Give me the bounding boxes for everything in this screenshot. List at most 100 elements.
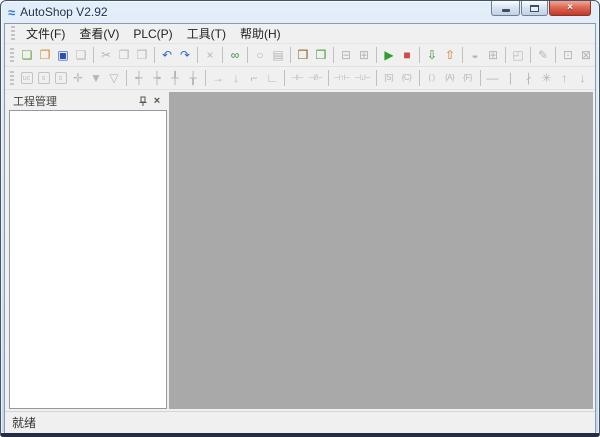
toolbar-separator	[376, 47, 377, 63]
new-file-icon: ❏	[21, 48, 33, 62]
set-coil-icon: [S]	[384, 73, 393, 82]
monitor-display-button: ⊞	[355, 46, 373, 64]
insert-node-button: ✛	[69, 69, 87, 87]
toolbar-separator	[462, 47, 463, 63]
open-folder-icon: ❐	[39, 48, 51, 62]
copy-icon: ❐	[118, 48, 130, 62]
status-text: 就绪	[12, 416, 37, 430]
play-icon: ▶	[384, 48, 394, 62]
ladder-toolbar-grip[interactable]	[10, 70, 14, 86]
toolbar-separator	[419, 47, 420, 63]
func-instruction-icon: {F}	[463, 73, 472, 82]
row-insert-above-button: ┽	[130, 69, 148, 87]
copy-button: ❐	[115, 46, 133, 64]
minimize-button[interactable]	[491, 1, 520, 16]
menu-file[interactable]: 文件(F)	[19, 24, 72, 44]
save-button[interactable]: ▣	[54, 46, 72, 64]
toolbar-separator	[126, 70, 127, 86]
open-project-button[interactable]: ❐	[36, 46, 54, 64]
contact-falling-icon: ⊣↓⊢	[354, 73, 371, 82]
paste-button: ❒	[133, 46, 151, 64]
redo-arrow-icon: ↷	[179, 48, 191, 62]
star-icon: ✳	[541, 71, 552, 85]
find-button[interactable]: ∞	[226, 46, 244, 64]
col-left-icon: ╀	[171, 71, 179, 85]
new-file-button[interactable]: ❏	[18, 46, 36, 64]
maximize-icon	[530, 4, 539, 12]
download-button[interactable]: ⇩	[423, 46, 441, 64]
project-panel-header: 工程管理 ×	[9, 92, 167, 110]
pin-button[interactable]	[136, 94, 150, 108]
menu-view[interactable]: 查看(V)	[72, 24, 126, 44]
reset-coil-button: {C}	[398, 69, 416, 87]
project-panel: 工程管理 ×	[9, 92, 167, 409]
project-panel-close-button[interactable]: ×	[150, 94, 164, 108]
menu-tools[interactable]: 工具(T)	[180, 24, 233, 44]
convert-button: uc	[19, 71, 34, 86]
element-search-button: ⊠	[577, 46, 595, 64]
hline-icon: —	[486, 71, 499, 85]
workspace	[169, 92, 593, 409]
main-toolbar: ❏❐▣❏✂❐❒↶↷×∞○▤❒❒⊟⊞▶■⇩⇧◒⊞◰✎⊡⊠⊟⊞▦	[5, 44, 595, 67]
vline-icon: ∣	[507, 71, 514, 85]
toolbar-separator	[327, 70, 329, 86]
main-toolbar-items: ❏❐▣❏✂❐❒↶↷×∞○▤❒❒⊟⊞▶■⇩⇧◒⊞◰✎⊡⊠⊟⊞▦	[18, 44, 595, 66]
upload-arrow-icon: ⇧	[444, 48, 456, 62]
paste-icon: ❒	[136, 48, 148, 62]
slash-line-icon: ∤	[525, 71, 532, 85]
move-down-button: ↓	[574, 69, 592, 87]
undo-button[interactable]: ↶	[158, 46, 176, 64]
delete-hline-button: ∤	[520, 69, 538, 87]
line-down-button: ↓	[227, 69, 245, 87]
run-plc-button[interactable]: ▶	[380, 46, 398, 64]
contact-closed-icon: ⊣/⊢	[308, 73, 323, 82]
close-button[interactable]: ×	[549, 1, 591, 16]
monitor-mode-button: ◒	[466, 46, 484, 64]
stop-plc-button[interactable]: ■	[398, 46, 416, 64]
delete-button: ×	[201, 46, 219, 64]
ladder-toolbar: uc s s ✛ ▼ ▽ ┽ ┾ ╀ ╁ → ↓ ⌐ ∟ ⊣⊢ ⊣/⊢ ⊣↑⊢ ⊣↓⊢ [S] {C}( ) {A} {F…	[5, 67, 595, 90]
project-panel-toggle-button[interactable]: ❒	[294, 46, 312, 64]
status-bar: 就绪	[5, 411, 595, 433]
arrow-down-icon: ↓	[233, 71, 239, 85]
contact-falling-button: ⊣↓⊢	[352, 69, 372, 87]
line-right-button: →	[209, 69, 227, 87]
save-all-icon: ❏	[75, 48, 87, 62]
printer-icon: ▤	[272, 48, 284, 62]
cut-button: ✂	[97, 46, 115, 64]
app-logo-icon: ≈	[8, 4, 16, 20]
output-panel-toggle-button[interactable]: ❒	[312, 46, 330, 64]
coil-button: ( )	[423, 69, 441, 87]
save-all-button: ❏	[72, 46, 90, 64]
trace-button: ◰	[509, 46, 527, 64]
comment-display-button: ⊟	[337, 46, 355, 64]
func-instruction-button: {F}	[459, 69, 477, 87]
menubar-grip[interactable]	[11, 26, 15, 41]
up-arrow-icon: ↑	[561, 71, 568, 85]
contact-open-icon: ⊣⊢	[290, 73, 304, 82]
title-bar[interactable]: ≈ AutoShop V2.92 ×	[4, 1, 596, 23]
main-toolbar-grip[interactable]	[10, 47, 14, 63]
panel-close-icon: ×	[153, 94, 161, 107]
toolbar-separator	[505, 47, 506, 63]
menu-plc[interactable]: PLC(P)	[126, 25, 179, 43]
row-below-icon: ┾	[153, 71, 161, 85]
redo-button[interactable]: ↷	[176, 46, 194, 64]
maximize-button[interactable]	[521, 1, 548, 16]
menu-help[interactable]: 帮助(H)	[233, 24, 288, 44]
project-tree[interactable]	[9, 110, 167, 409]
toolbar-separator	[555, 47, 556, 63]
vline-tool-button: ∣	[502, 69, 520, 87]
output-panel-icon: ❒	[315, 48, 327, 62]
magnifier-icon: ○	[256, 48, 264, 62]
undo-arrow-icon: ↶	[161, 48, 173, 62]
hline-tool-button: —	[484, 69, 502, 87]
col-right-icon: ╁	[189, 71, 197, 85]
app-window: ≈ AutoShop V2.92 × 文件(F) 查看(V) PLC(P) 工具…	[0, 0, 600, 437]
set-coil-button: [S]	[380, 69, 398, 87]
move-up-button: ↑	[556, 69, 574, 87]
upload-button[interactable]: ⇧	[441, 46, 459, 64]
contact-closed-button: ⊣/⊢	[306, 69, 325, 87]
monitor-box-icon: ⊞	[358, 48, 370, 62]
project-panel-icon: ❒	[297, 48, 309, 62]
